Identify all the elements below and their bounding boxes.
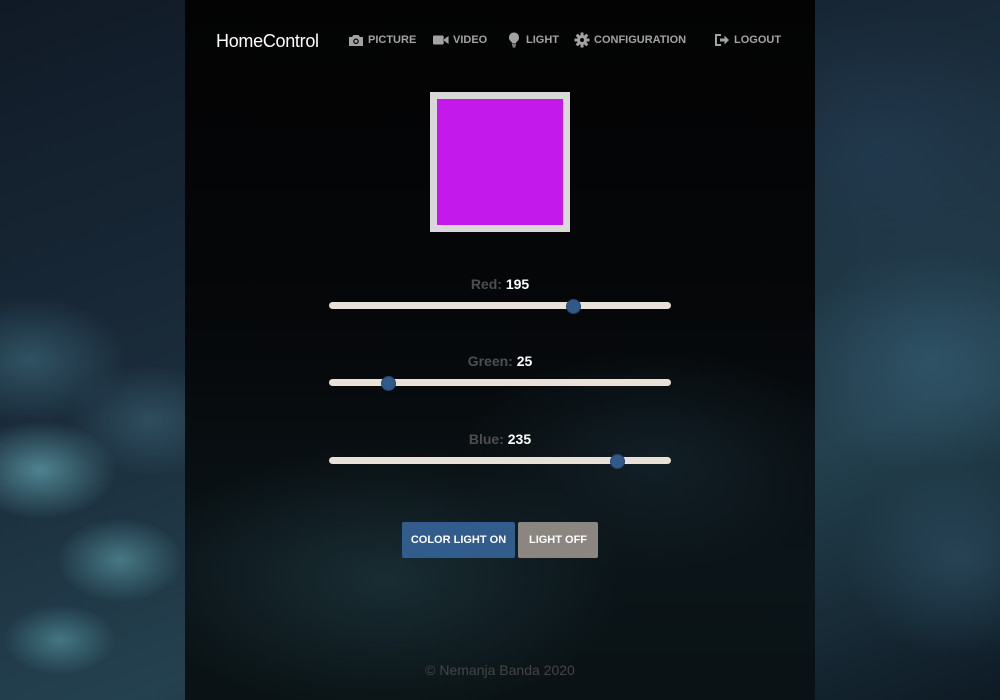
gear-icon — [574, 32, 590, 48]
blue-value: 235 — [507, 431, 532, 447]
color-swatch — [437, 99, 563, 225]
blue-slider-thumb[interactable] — [609, 454, 625, 469]
navbar: HomeControl PICTURE VIDEO LIGHT CONFIGUR… — [185, 0, 815, 82]
nav-item-video-label: VIDEO — [453, 34, 488, 46]
camera-icon — [348, 33, 364, 47]
nav-item-light-label: LIGHT — [526, 34, 559, 46]
green-value: 25 — [516, 353, 533, 369]
red-slider-label: Red: 195 — [329, 276, 671, 292]
video-camera-icon — [433, 33, 449, 47]
color-preview — [430, 92, 570, 232]
green-slider-label: Green: 25 — [329, 353, 671, 369]
nav-item-picture[interactable]: PICTURE — [348, 33, 416, 47]
nav-item-logout[interactable]: LOGOUT — [714, 33, 781, 47]
red-slider-thumb[interactable] — [566, 299, 582, 314]
light-off-button[interactable]: LIGHT OFF — [518, 522, 598, 558]
footer-copyright: © Nemanja Banda 2020 — [425, 662, 575, 678]
blue-label: Blue: — [468, 431, 504, 447]
nav-item-configuration[interactable]: CONFIGURATION — [574, 32, 687, 48]
color-light-on-button[interactable]: COLOR LIGHT ON — [402, 522, 515, 558]
nav-item-configuration-label: CONFIGURATION — [594, 34, 687, 46]
nav-item-logout-label: LOGOUT — [734, 34, 782, 46]
nav-item-picture-label: PICTURE — [368, 34, 417, 46]
logout-icon — [714, 33, 730, 47]
main-panel: HomeControl PICTURE VIDEO LIGHT CONFIGUR… — [185, 0, 815, 700]
red-label: Red: — [470, 276, 502, 292]
nav-item-light[interactable]: LIGHT — [506, 32, 559, 48]
green-slider-thumb[interactable] — [380, 376, 396, 391]
red-slider-track[interactable] — [329, 302, 671, 309]
red-value: 195 — [505, 276, 530, 292]
brand-logo[interactable]: HomeControl — [216, 31, 319, 52]
green-label: Green: — [467, 353, 513, 369]
nav-item-video[interactable]: VIDEO — [433, 33, 487, 47]
lightbulb-icon — [506, 32, 522, 48]
blue-slider-label: Blue: 235 — [329, 431, 671, 447]
